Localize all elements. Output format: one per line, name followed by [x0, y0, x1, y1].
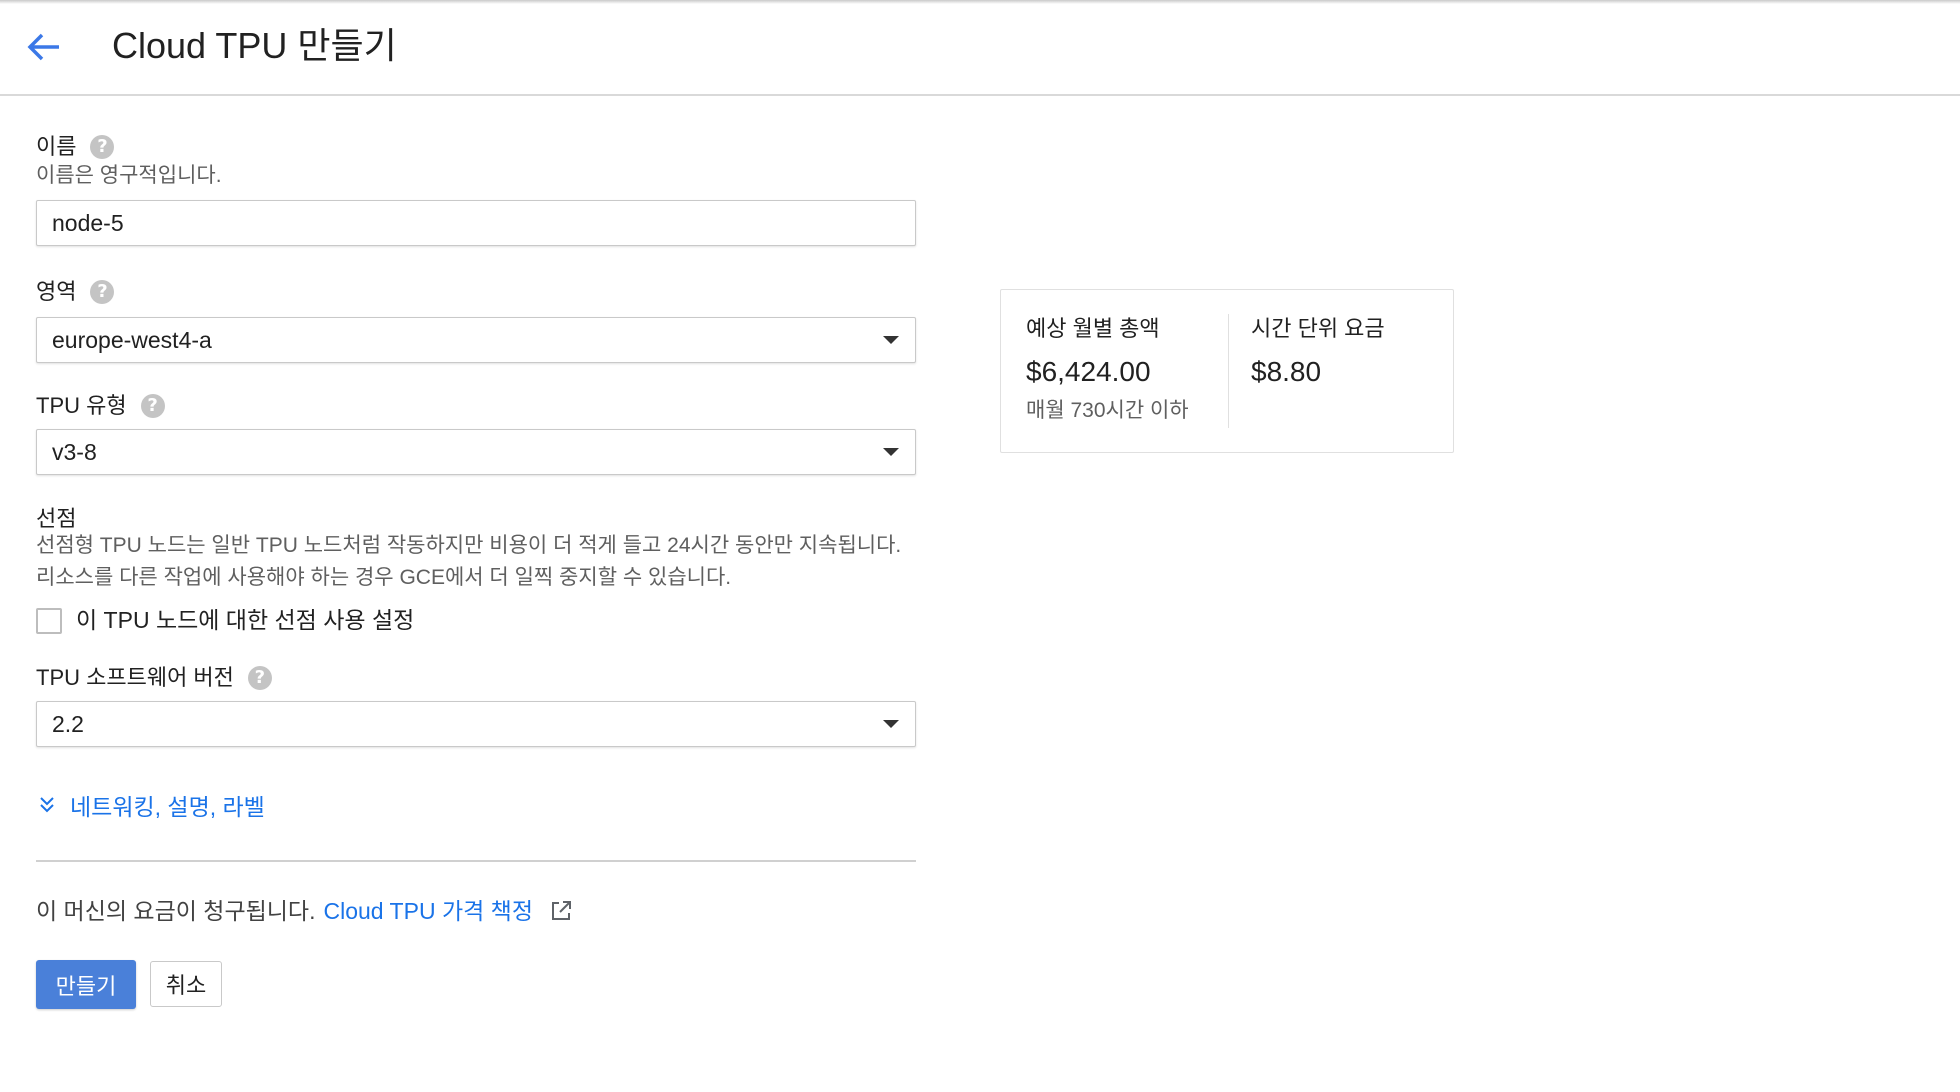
- cost-estimate-card: 예상 월별 총액 $6,424.00 매월 730시간 이하 시간 단위 요금 …: [1000, 289, 1454, 453]
- name-label-row: 이름 ?: [36, 133, 115, 161]
- caret-down-icon: [883, 720, 899, 728]
- caret-down-icon: [883, 448, 899, 456]
- software-version-label: TPU 소프트웨어 버전: [36, 665, 234, 690]
- preemptible-checkbox[interactable]: [36, 608, 62, 634]
- zone-label-row: 영역 ?: [36, 278, 115, 306]
- billing-text: 이 머신의 요금이 청구됩니다.: [36, 898, 316, 924]
- arrow-left-icon: [27, 33, 59, 61]
- zone-select-value: europe-west4-a: [52, 327, 212, 353]
- hourly-cost-label: 시간 단위 요금: [1251, 316, 1385, 341]
- help-icon[interactable]: ?: [90, 280, 115, 304]
- tpu-type-label-row: TPU 유형 ?: [36, 392, 165, 420]
- divider: [36, 860, 916, 862]
- external-link-icon[interactable]: [549, 899, 573, 923]
- zone-label: 영역: [36, 279, 77, 304]
- zone-select[interactable]: europe-west4-a: [36, 317, 916, 363]
- page-header: Cloud TPU 만들기: [0, 0, 1960, 96]
- tpu-type-select[interactable]: v3-8: [36, 429, 916, 475]
- more-options-label: 네트워킹, 설명, 라벨: [70, 794, 265, 820]
- preemptible-label: 선점: [36, 506, 77, 531]
- tpu-type-select-value: v3-8: [52, 439, 97, 465]
- page-title: Cloud TPU 만들기: [112, 25, 397, 66]
- help-icon[interactable]: ?: [247, 666, 272, 690]
- name-label: 이름: [36, 134, 77, 159]
- create-button[interactable]: 만들기: [36, 960, 136, 1009]
- name-hint: 이름은 영구적입니다.: [36, 164, 222, 187]
- monthly-cost-label: 예상 월별 총액: [1026, 316, 1160, 341]
- monthly-cost-value: $6,424.00: [1026, 356, 1151, 387]
- monthly-cost-note: 매월 730시간 이하: [1026, 399, 1189, 422]
- cancel-button[interactable]: 취소: [150, 961, 222, 1007]
- back-button[interactable]: [22, 26, 64, 68]
- name-input-value: node-5: [52, 210, 124, 236]
- help-icon[interactable]: ?: [140, 394, 165, 418]
- hourly-cost-value: $8.80: [1251, 356, 1322, 387]
- tpu-type-label: TPU 유형: [36, 393, 127, 418]
- caret-down-icon: [883, 336, 899, 344]
- preemptible-description: 선점형 TPU 노드는 일반 TPU 노드처럼 작동하지만 비용이 더 적게 들…: [36, 534, 902, 589]
- pricing-link[interactable]: Cloud TPU 가격 책정: [323, 893, 533, 929]
- hourly-cost: 시간 단위 요금 $8.80: [1251, 314, 1385, 390]
- software-version-select-value: 2.2: [52, 711, 84, 737]
- name-input[interactable]: node-5: [36, 200, 916, 246]
- software-version-label-row: TPU 소프트웨어 버전 ?: [36, 664, 272, 692]
- monthly-cost: 예상 월별 총액 $6,424.00 매월 730시간 이하: [1026, 314, 1189, 426]
- software-version-select[interactable]: 2.2: [36, 701, 916, 747]
- billing-notice: 이 머신의 요금이 청구됩니다. Cloud TPU 가격 책정: [36, 893, 573, 929]
- preemptible-checkbox-label[interactable]: 이 TPU 노드에 대한 선점 사용 설정: [76, 604, 414, 636]
- more-options-toggle[interactable]: 네트워킹, 설명, 라벨: [36, 788, 265, 822]
- cost-separator: [1228, 314, 1229, 428]
- double-chevron-down-icon: [40, 797, 54, 813]
- help-icon[interactable]: ?: [90, 135, 115, 159]
